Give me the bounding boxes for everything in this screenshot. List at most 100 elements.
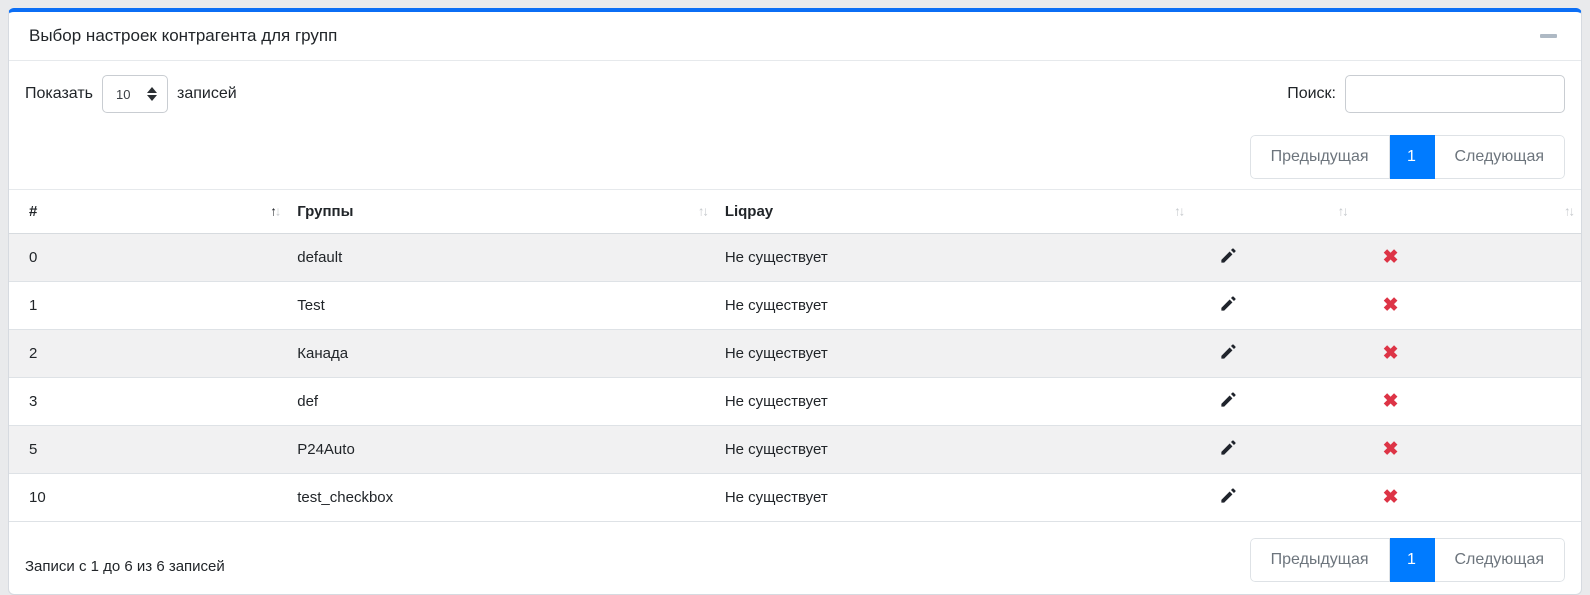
search-label: Поиск: [1287, 85, 1336, 103]
cell-edit [1191, 282, 1354, 330]
cell-group: Канада [287, 330, 715, 378]
table-controls: Показать 10 записей Поиск: [9, 75, 1581, 113]
cell-liqpay: Не существует [715, 378, 1191, 426]
edit-button[interactable] [1201, 294, 1238, 313]
cell-edit [1191, 378, 1354, 426]
pencil-icon [1219, 342, 1238, 361]
cell-delete: ✖ [1355, 282, 1581, 330]
page-length-select[interactable]: 10 [102, 75, 168, 113]
delete-button[interactable]: ✖ [1365, 392, 1399, 411]
cell-delete: ✖ [1355, 330, 1581, 378]
delete-button[interactable]: ✖ [1365, 344, 1399, 363]
card-body: Показать 10 записей Поиск: Предыдущая 1 … [9, 61, 1581, 582]
table-row: 0defaultНе существует ✖ [9, 234, 1581, 282]
cell-edit [1191, 474, 1354, 522]
groups-table: # ↑↓ Группы ↑↓ Liqpay ↑↓ ↑↓ [9, 189, 1581, 522]
cell-id: 5 [9, 426, 287, 474]
cell-id: 1 [9, 282, 287, 330]
cell-id: 3 [9, 378, 287, 426]
page-number-button[interactable]: 1 [1390, 538, 1435, 582]
search-control: Поиск: [1287, 75, 1565, 113]
cell-edit [1191, 426, 1354, 474]
length-label-after: записей [177, 85, 237, 103]
pagination-bottom: Предыдущая 1 Следующая [1250, 538, 1565, 582]
x-icon: ✖ [1383, 344, 1399, 363]
column-header-edit[interactable]: ↑↓ [1191, 190, 1354, 234]
cell-group: P24Auto [287, 426, 715, 474]
table-row: 10test_checkboxНе существует ✖ [9, 474, 1581, 522]
select-caret-icon [147, 87, 157, 101]
cell-group: def [287, 378, 715, 426]
cell-group: test_checkbox [287, 474, 715, 522]
pencil-icon [1219, 294, 1238, 313]
cell-delete: ✖ [1355, 378, 1581, 426]
page-length-value: 10 [116, 87, 130, 102]
sort-arrows-icon: ↑↓ [1564, 203, 1573, 218]
cell-delete: ✖ [1355, 474, 1581, 522]
x-icon: ✖ [1383, 248, 1399, 267]
search-input[interactable] [1345, 75, 1565, 113]
edit-button[interactable] [1201, 438, 1238, 457]
cell-delete: ✖ [1355, 426, 1581, 474]
edit-button[interactable] [1201, 390, 1238, 409]
previous-page-button[interactable]: Предыдущая [1250, 538, 1390, 582]
counterparty-groups-card: Выбор настроек контрагента для групп Пок… [8, 8, 1582, 595]
edit-button[interactable] [1201, 246, 1238, 265]
delete-button[interactable]: ✖ [1365, 248, 1399, 267]
x-icon: ✖ [1383, 440, 1399, 459]
cell-liqpay: Не существует [715, 282, 1191, 330]
sort-arrows-icon: ↑↓ [698, 203, 707, 218]
table-row: 2КанадаНе существует ✖ [9, 330, 1581, 378]
column-header-id[interactable]: # ↑↓ [9, 190, 287, 234]
next-page-button[interactable]: Следующая [1435, 538, 1566, 582]
x-icon: ✖ [1383, 488, 1399, 507]
cell-edit [1191, 330, 1354, 378]
table-row: 3defНе существует ✖ [9, 378, 1581, 426]
minus-icon [1540, 34, 1557, 38]
pencil-icon [1219, 246, 1238, 265]
cell-id: 10 [9, 474, 287, 522]
table-row: 1TestНе существует ✖ [9, 282, 1581, 330]
cell-group: Test [287, 282, 715, 330]
previous-page-button[interactable]: Предыдущая [1250, 135, 1390, 179]
edit-button[interactable] [1201, 486, 1238, 505]
table-header-row: # ↑↓ Группы ↑↓ Liqpay ↑↓ ↑↓ [9, 190, 1581, 234]
cell-liqpay: Не существует [715, 474, 1191, 522]
column-header-groups[interactable]: Группы ↑↓ [287, 190, 715, 234]
x-icon: ✖ [1383, 296, 1399, 315]
sort-arrows-icon: ↑↓ [1174, 203, 1183, 218]
length-label-before: Показать [25, 85, 93, 103]
pencil-icon [1219, 486, 1238, 505]
page-title: Выбор настроек контрагента для групп [29, 26, 337, 46]
collapse-button[interactable] [1536, 28, 1561, 44]
sort-arrows-icon: ↑↓ [270, 203, 279, 218]
cell-liqpay: Не существует [715, 426, 1191, 474]
pencil-icon [1219, 438, 1238, 457]
sort-arrows-icon: ↑↓ [1338, 203, 1347, 218]
cell-edit [1191, 234, 1354, 282]
cell-liqpay: Не существует [715, 330, 1191, 378]
x-icon: ✖ [1383, 392, 1399, 411]
cell-id: 2 [9, 330, 287, 378]
next-page-button[interactable]: Следующая [1435, 135, 1566, 179]
cell-id: 0 [9, 234, 287, 282]
column-header-delete[interactable]: ↑↓ [1355, 190, 1581, 234]
delete-button[interactable]: ✖ [1365, 296, 1399, 315]
column-header-liqpay[interactable]: Liqpay ↑↓ [715, 190, 1191, 234]
top-pagination-row: Предыдущая 1 Следующая [9, 135, 1581, 179]
page-length-control: Показать 10 записей [25, 75, 237, 113]
delete-button[interactable]: ✖ [1365, 440, 1399, 459]
pencil-icon [1219, 390, 1238, 409]
page-number-button[interactable]: 1 [1390, 135, 1435, 179]
edit-button[interactable] [1201, 342, 1238, 361]
cell-group: default [287, 234, 715, 282]
pagination-top: Предыдущая 1 Следующая [1250, 135, 1565, 179]
table-footer: Записи с 1 до 6 из 6 записей Предыдущая … [9, 538, 1581, 582]
card-header: Выбор настроек контрагента для групп [9, 12, 1581, 61]
cell-delete: ✖ [1355, 234, 1581, 282]
cell-liqpay: Не существует [715, 234, 1191, 282]
delete-button[interactable]: ✖ [1365, 488, 1399, 507]
records-info: Записи с 1 до 6 из 6 записей [25, 546, 225, 575]
table-body: 0defaultНе существует✖1TestНе существует… [9, 234, 1581, 522]
table-row: 5P24AutoНе существует ✖ [9, 426, 1581, 474]
